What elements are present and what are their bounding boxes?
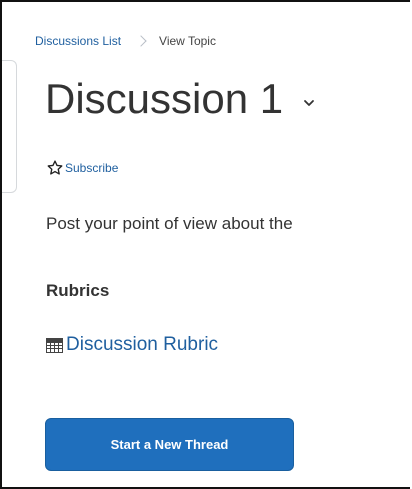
star-outline-icon — [47, 160, 63, 175]
side-panel-tab[interactable] — [2, 60, 17, 193]
start-new-thread-button[interactable]: Start a New Thread — [45, 418, 294, 471]
page-frame: Discussions List View Topic Discussion 1… — [0, 0, 410, 489]
breadcrumb-discussions-list-link[interactable]: Discussions List — [35, 34, 121, 48]
chevron-down-icon[interactable] — [303, 97, 315, 109]
discussion-rubric-label: Discussion Rubric — [66, 334, 219, 355]
subscribe-label: Subscribe — [65, 161, 119, 175]
rubrics-heading: Rubrics — [46, 281, 110, 300]
discussion-rubric-link[interactable]: Discussion Rubric — [46, 334, 218, 356]
subscribe-button[interactable]: Subscribe — [46, 159, 118, 177]
title-row: Discussion 1 — [45, 74, 315, 124]
topic-description: Post your point of view about the — [46, 214, 293, 233]
breadcrumb-separator-icon — [135, 35, 147, 47]
page-title: Discussion 1 — [45, 75, 284, 122]
grid-table-icon — [46, 337, 63, 353]
breadcrumb: Discussions List View Topic — [35, 34, 216, 48]
breadcrumb-current-view-topic: View Topic — [159, 34, 216, 48]
